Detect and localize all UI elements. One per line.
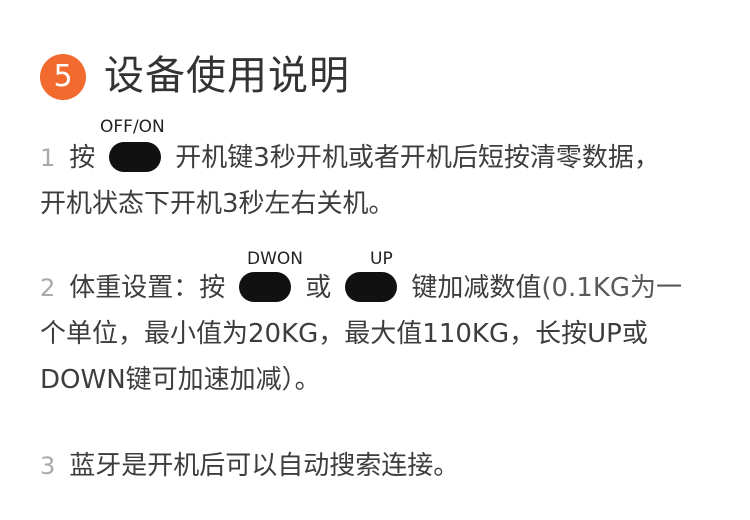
section-1-number: 1 — [40, 144, 56, 172]
section-2-line-2: 个单位，最小值为20KG，最大值110KG，长按UP或 — [40, 319, 648, 349]
down-key-icon — [239, 272, 292, 302]
section-1-line-2: 开机状态下开机3秒左右关机。 — [40, 189, 395, 219]
up-key-icon — [345, 272, 398, 302]
section-1-line-1: 1 按 开机键3秒开机或者开机后短按清零数据， — [40, 140, 660, 176]
step-number-badge: 5 — [40, 54, 86, 100]
section-2-or-text: 或 — [305, 273, 332, 303]
section-2-number: 2 — [40, 274, 56, 302]
section-1-press-text: 按 — [69, 143, 96, 173]
down-key-label: DWON — [247, 249, 303, 269]
off-on-key-label: OFF/ON — [100, 117, 165, 137]
off-on-key-icon — [109, 142, 162, 172]
section-2-text-before: 体重设置：按 — [69, 273, 226, 303]
page-title: 设备使用说明 — [104, 53, 350, 99]
section-1-text: 开机键3秒开机或者开机后短按清零数据， — [175, 143, 660, 173]
section-2-line-1: 2 体重设置：按 或 键加减数值(0.1KG为一 — [40, 270, 682, 306]
up-key-label: UP — [370, 249, 393, 269]
section-2-text-after-light: (0.1KG为一 — [541, 273, 683, 303]
section-3-number: 3 — [40, 452, 56, 480]
section-2-text-after: 键加减数值 — [411, 273, 542, 303]
section-3-text: 蓝牙是开机后可以自动搜索连接。 — [69, 451, 460, 481]
section-3-line: 3 蓝牙是开机后可以自动搜索连接。 — [40, 448, 459, 484]
section-2-line-3: DOWN键可加速加减）。 — [40, 365, 321, 395]
